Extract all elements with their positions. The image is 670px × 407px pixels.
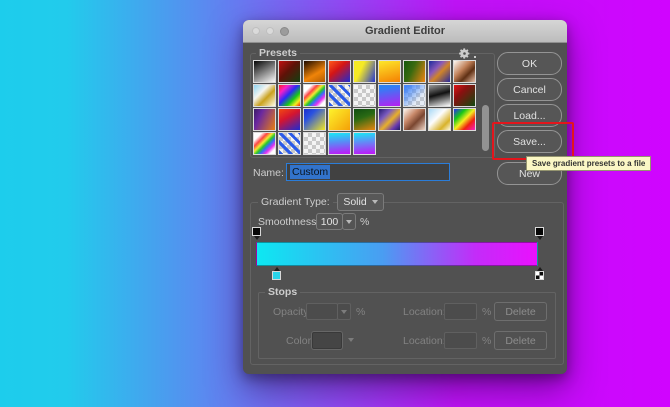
gear-icon[interactable] — [458, 47, 471, 65]
location-field-2 — [444, 332, 477, 349]
smoothness-value: 100 — [321, 216, 339, 228]
preset-yellow-orange[interactable] — [378, 60, 401, 83]
preset-blue-yellow[interactable] — [303, 108, 326, 131]
chevron-down-icon — [348, 338, 354, 342]
gradient-type-select[interactable]: Solid — [337, 193, 384, 211]
smoothness-input[interactable]: 100 — [316, 213, 343, 230]
color-stop-square — [272, 271, 281, 280]
delete-color-stop-button: Delete — [494, 331, 547, 350]
opacity-field — [306, 303, 338, 320]
gradient-editor-dialog: Gradient Editor Presets OK Cancel Load..… — [243, 20, 567, 374]
stop-pointer-icon — [254, 236, 260, 240]
chevron-down-icon — [341, 310, 347, 314]
location-unit-2: % — [482, 335, 491, 347]
cancel-button[interactable]: Cancel — [497, 78, 562, 101]
chevron-down-icon — [346, 220, 352, 224]
preset-red-green[interactable] — [278, 60, 301, 83]
chevron-down-icon — [372, 200, 378, 204]
preset-copper-2[interactable] — [403, 108, 426, 131]
opacity-stop-square — [535, 227, 544, 236]
opacity-stop-square — [252, 227, 261, 236]
name-input[interactable]: Custom — [286, 163, 450, 181]
window-title: Gradient Editor — [365, 25, 445, 37]
name-label: Name: — [253, 167, 284, 179]
stops-label: Stops — [265, 286, 300, 298]
smoothness-unit: % — [360, 216, 369, 228]
preset-dark-orange[interactable] — [303, 60, 326, 83]
preset-red-darkgreen[interactable] — [453, 84, 476, 107]
color-stop-cyan[interactable] — [271, 267, 282, 280]
preset-transparent-rainbow-2[interactable] — [253, 132, 276, 155]
preset-blue-stripes[interactable] — [328, 84, 351, 107]
preset-sky-gold[interactable] — [428, 108, 451, 131]
location-field-1 — [444, 303, 477, 320]
preset-custom-cyan-magenta[interactable] — [328, 132, 351, 155]
save-highlight-annotation — [492, 122, 574, 160]
minimize-button[interactable] — [266, 27, 274, 35]
preset-transparent[interactable] — [353, 84, 376, 107]
preset-green-orange-2[interactable] — [353, 108, 376, 131]
preset-violet-orange[interactable] — [253, 108, 276, 131]
color-swatch — [312, 332, 342, 349]
preset-spectrum[interactable] — [278, 84, 301, 107]
presets-label: Presets — [256, 47, 300, 59]
preset-yellow-blue[interactable] — [353, 60, 376, 83]
location-unit-1: % — [482, 306, 491, 318]
preset-cyan-magenta[interactable] — [353, 132, 376, 155]
name-input-selected-text: Custom — [290, 165, 330, 179]
color-stop-right[interactable] — [534, 267, 545, 280]
delete-opacity-stop-button: Delete — [494, 302, 547, 321]
preset-green-orange[interactable] — [403, 60, 426, 83]
stop-pointer-icon — [537, 236, 543, 240]
close-button[interactable] — [252, 27, 260, 35]
gradient-type-label: Gradient Type: — [258, 196, 333, 208]
zoom-button[interactable] — [280, 27, 289, 36]
color-stop-square — [535, 271, 544, 280]
color-field-label: Color: — [286, 335, 314, 347]
smoothness-label: Smoothness: — [258, 216, 319, 228]
preset-transparent-2[interactable] — [303, 132, 326, 155]
preset-chrome-gold[interactable] — [253, 84, 276, 107]
preset-blue-violet[interactable] — [378, 84, 401, 107]
opacity-dropdown — [337, 303, 351, 320]
gear-menu-dot — [474, 56, 476, 58]
preset-rainbow-2[interactable] — [453, 108, 476, 131]
gradient-type-value: Solid — [343, 196, 366, 208]
opacity-stop-left[interactable] — [251, 227, 262, 240]
preset-red-blue-2[interactable] — [278, 108, 301, 131]
ok-button[interactable]: OK — [497, 52, 562, 75]
preset-blue-to-transparent[interactable] — [403, 84, 426, 107]
preset-fg-to-bg[interactable] — [253, 60, 276, 83]
gradient-preview-bar[interactable] — [256, 242, 538, 266]
preset-blue-gold-blue[interactable] — [428, 60, 451, 83]
preset-red-blue[interactable] — [328, 60, 351, 83]
save-tooltip: Save gradient presets to a file — [526, 156, 651, 171]
preset-yellow-orange-2[interactable] — [328, 108, 351, 131]
preset-grid — [253, 60, 479, 156]
preset-blue-stripes-2[interactable] — [278, 132, 301, 155]
preset-black-white[interactable] — [428, 84, 451, 107]
opacity-stop-right[interactable] — [534, 227, 545, 240]
smoothness-dropdown[interactable] — [342, 213, 356, 230]
title-bar: Gradient Editor — [243, 20, 567, 43]
opacity-unit: % — [356, 306, 365, 318]
preset-blue-gold-violet[interactable] — [378, 108, 401, 131]
desktop-background: Gradient Editor Presets OK Cancel Load..… — [0, 0, 670, 407]
location-label-1: Location: — [403, 306, 446, 318]
presets-scrollbar-thumb[interactable] — [482, 105, 489, 151]
preset-transparent-rainbow[interactable] — [303, 84, 326, 107]
location-label-2: Location: — [403, 335, 446, 347]
